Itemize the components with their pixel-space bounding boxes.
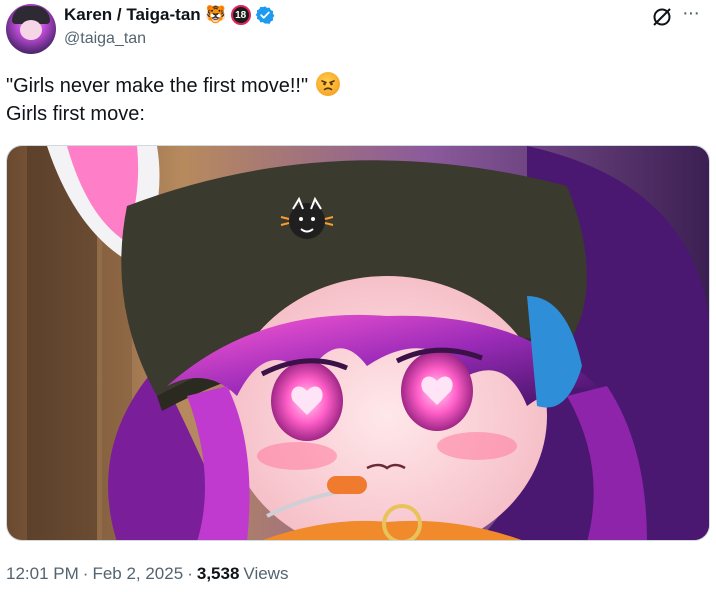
display-name[interactable]: Karen / Taiga-tan: [64, 5, 201, 25]
name-row: Karen / Taiga-tan 🐯 18: [64, 3, 275, 27]
verified-badge-icon[interactable]: [255, 5, 275, 25]
views-label: Views: [243, 564, 289, 583]
grok-icon[interactable]: [651, 6, 673, 28]
tweet-time[interactable]: 12:01 PM: [6, 564, 79, 584]
tiger-emoji-icon: 🐯: [205, 5, 227, 24]
tweet-date[interactable]: Feb 2, 2025: [92, 564, 183, 584]
avatar[interactable]: [6, 4, 56, 54]
tweet-meta: 12:01 PM · Feb 2, 2025 · 3,538 Views: [6, 564, 288, 584]
tweet-line-2: Girls first move:: [6, 103, 145, 125]
tweet-line-1-text: "Girls never make the first move!!": [6, 75, 309, 97]
tweet-line-1: "Girls never make the first move!!": [6, 72, 706, 100]
avatar-face: [20, 20, 42, 40]
meta-separator-1: ·: [82, 564, 89, 583]
anime-girl-artwork-icon: [7, 146, 709, 540]
tweet-header: Karen / Taiga-tan 🐯 18 @taiga_tan ···: [0, 0, 716, 60]
views-count[interactable]: 3,538: [197, 564, 240, 584]
meta-separator-2: ·: [187, 564, 193, 583]
tweet-text: "Girls never make the first move!!" Girl…: [6, 72, 706, 128]
age-badge-icon: 18: [230, 5, 251, 25]
user-handle[interactable]: @taiga_tan: [64, 30, 146, 48]
tweet-media-image[interactable]: [6, 145, 710, 541]
angry-face-icon: [315, 72, 340, 96]
more-icon[interactable]: ···: [682, 2, 700, 24]
